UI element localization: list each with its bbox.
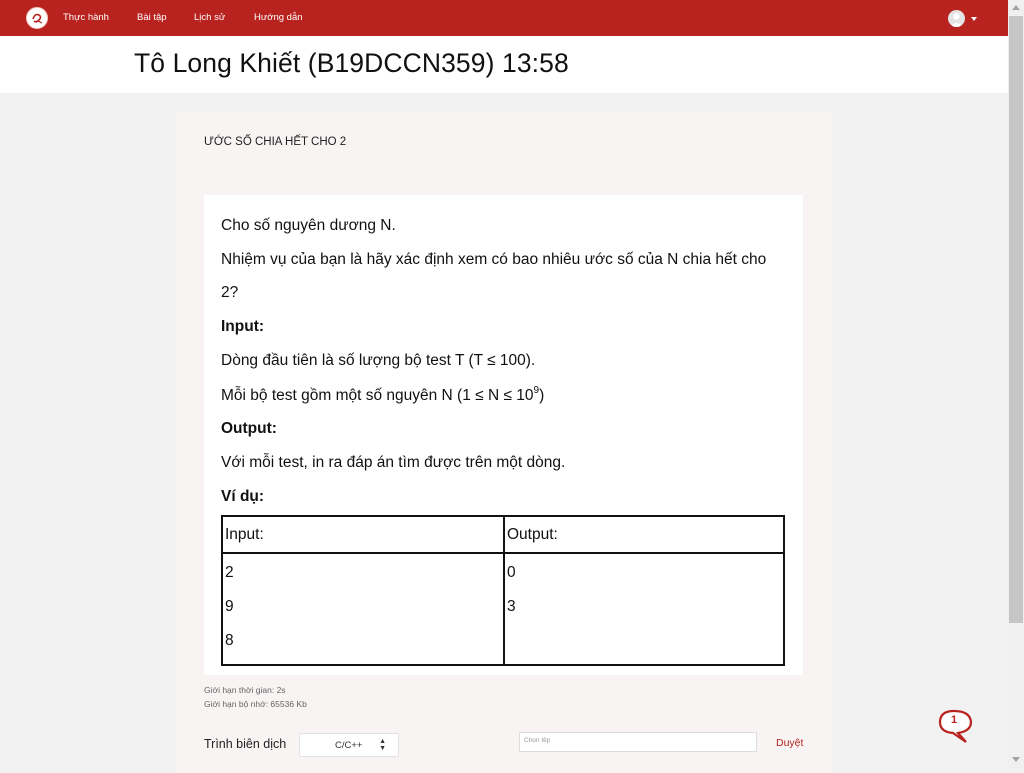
example-heading: Ví dụ: bbox=[221, 488, 265, 505]
sample-output-value: 3 bbox=[507, 598, 516, 615]
chevron-down-icon[interactable] bbox=[971, 17, 977, 21]
file-input[interactable]: Chọn tệp bbox=[519, 732, 757, 752]
input-line: Mỗi bộ test gồm một số nguyên N (1 ≤ N ≤… bbox=[221, 385, 544, 405]
nav-item-exercises[interactable]: Bài tập bbox=[137, 12, 167, 23]
nav-item-practice[interactable]: Thực hành bbox=[63, 12, 109, 23]
sample-input-header: Input: bbox=[221, 515, 505, 554]
sample-input-cell: 2 9 8 bbox=[221, 552, 505, 666]
problem-statement: Cho số nguyên dương N. Nhiệm vụ của bạn … bbox=[204, 195, 803, 675]
table-header-row: Input: Output: bbox=[221, 515, 785, 554]
sample-output-value: 0 bbox=[507, 564, 516, 581]
logo-icon bbox=[32, 13, 43, 24]
memory-limit: Giới hạn bộ nhớ: 65536 Kb bbox=[204, 699, 307, 709]
user-icon bbox=[950, 13, 963, 27]
sample-input-value: 8 bbox=[225, 632, 234, 649]
select-arrows-icon: ▲ ▼ bbox=[379, 738, 386, 752]
problem-card: ƯỚC SỐ CHIA HẾT CHO 2 Cho số nguyên dươn… bbox=[176, 113, 832, 773]
page-header: Tô Long Khiết (B19DCCN359) 13:58 bbox=[0, 36, 1008, 93]
input-heading: Input: bbox=[221, 318, 265, 335]
output-line: Với mỗi test, in ra đáp án tìm được trên… bbox=[221, 454, 566, 471]
input-line: Dòng đầu tiên là số lượng bộ test T (T ≤… bbox=[221, 352, 536, 369]
compiler-select-value: C/C++ bbox=[335, 740, 363, 751]
sample-table: Input: Output: 2 9 8 0 3 bbox=[221, 515, 785, 666]
sample-input-value: 2 bbox=[225, 564, 234, 581]
nav-item-history[interactable]: Lịch sử bbox=[194, 12, 225, 23]
input-line-text: Mỗi bộ test gồm một số nguyên N (1 ≤ N ≤… bbox=[221, 387, 534, 404]
page-title: Tô Long Khiết (B19DCCN359) 13:58 bbox=[134, 48, 569, 78]
chat-count-badge: 1 bbox=[950, 714, 958, 726]
compiler-label: Trình biên dịch bbox=[204, 737, 287, 751]
input-line-suffix: ) bbox=[539, 387, 545, 404]
site-logo[interactable] bbox=[26, 7, 48, 29]
top-navbar: Thực hành Bài tập Lịch sử Hướng dẫn bbox=[0, 0, 1008, 36]
sample-output-cell: 0 3 bbox=[503, 552, 785, 666]
scrollbar-thumb[interactable] bbox=[1009, 16, 1023, 623]
statement-line: 2? bbox=[221, 284, 239, 301]
scroll-up-icon[interactable] bbox=[1012, 5, 1020, 10]
time-limit: Giới hạn thời gian: 2s bbox=[204, 685, 286, 695]
output-heading: Output: bbox=[221, 420, 277, 437]
nav-item-guide[interactable]: Hướng dẫn bbox=[254, 12, 303, 23]
compiler-select[interactable]: C/C++ ▲ ▼ bbox=[299, 733, 399, 757]
browse-button[interactable]: Duyệt bbox=[776, 737, 803, 749]
avatar[interactable] bbox=[948, 10, 965, 27]
scroll-down-icon[interactable] bbox=[1012, 757, 1020, 762]
file-input-placeholder: Chọn tệp bbox=[524, 737, 551, 744]
table-row: 2 9 8 0 3 bbox=[221, 552, 785, 666]
sample-input-value: 9 bbox=[225, 598, 234, 615]
chat-button[interactable]: 1 bbox=[934, 708, 976, 746]
statement-line: Cho số nguyên dương N. bbox=[221, 217, 396, 234]
statement-line: Nhiệm vụ của bạn là hãy xác định xem có … bbox=[221, 251, 767, 268]
sample-output-header: Output: bbox=[503, 515, 785, 554]
problem-title: ƯỚC SỐ CHIA HẾT CHO 2 bbox=[204, 136, 347, 148]
